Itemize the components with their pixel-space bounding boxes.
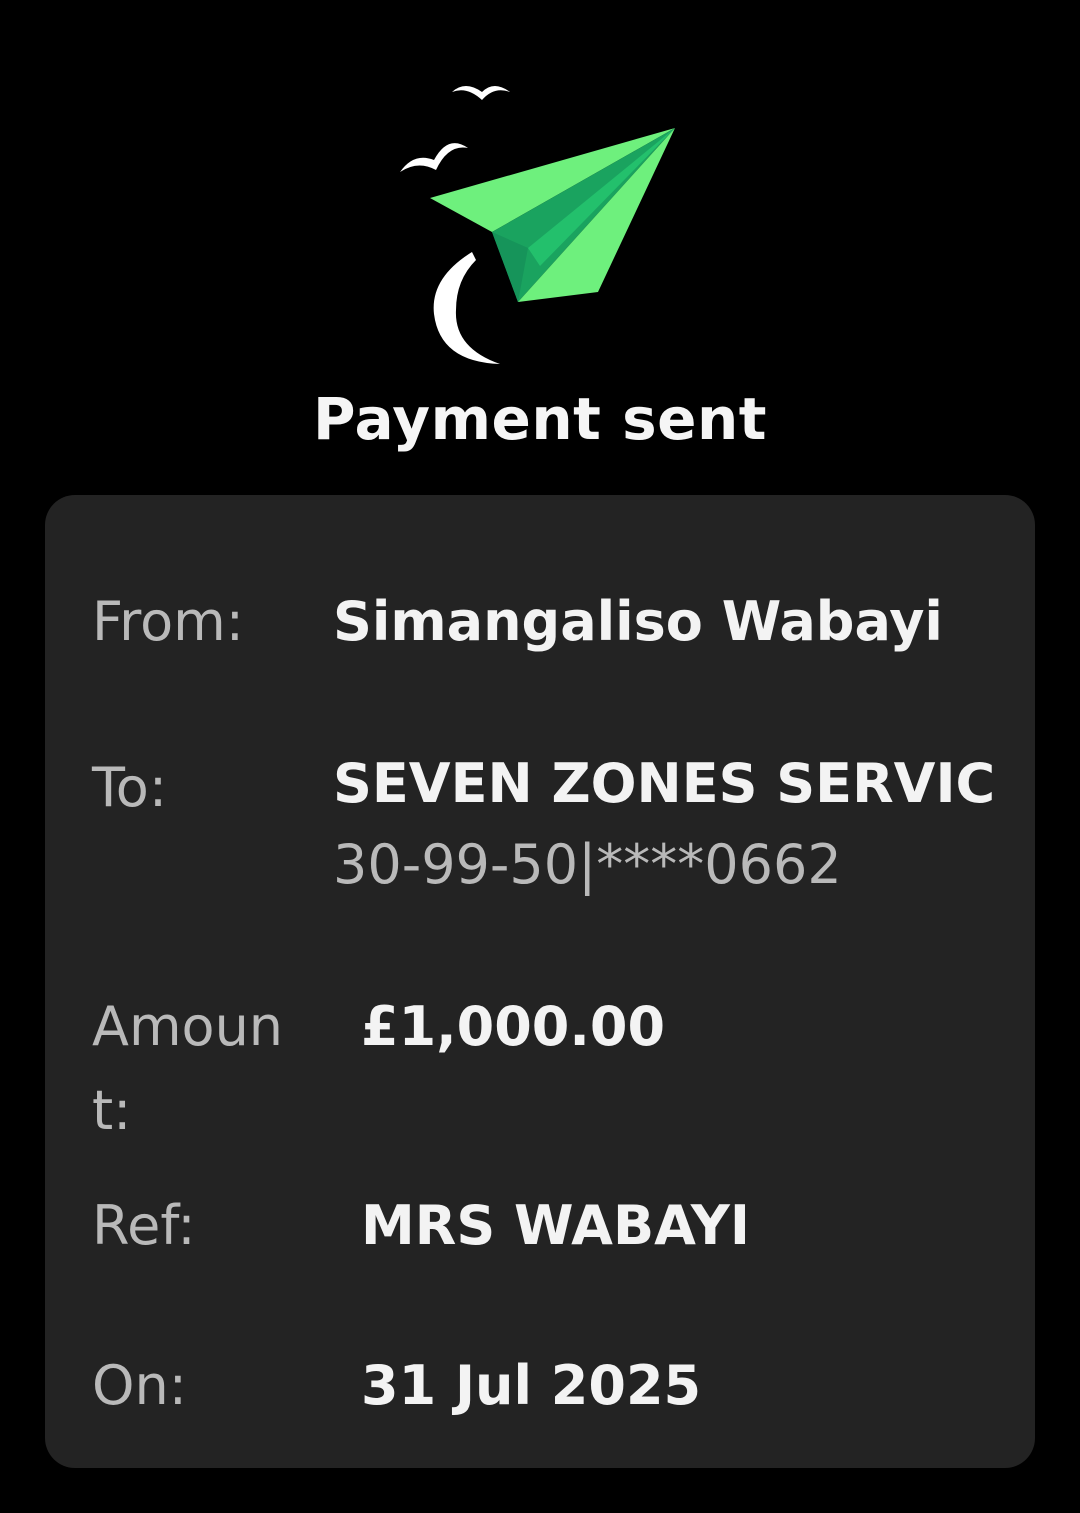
to-label: To: (92, 756, 168, 819)
from-label: From: (92, 590, 244, 653)
amount-value: £1,000.00 (361, 995, 666, 1058)
ref-value: MRS WABAYI (361, 1194, 750, 1257)
bird-icon (452, 86, 510, 100)
date-label: On: (92, 1354, 187, 1417)
amount-label: Amoun (92, 995, 284, 1058)
paper-plane-with-birds-icon (400, 86, 675, 364)
ref-label: Ref: (92, 1194, 196, 1257)
payment-details-card: From: Simangaliso Wabayi To: SEVEN ZONES… (45, 495, 1035, 1468)
account-number: 30-99-50|****0662 (333, 833, 842, 896)
to-value: SEVEN ZONES SERVIC (333, 752, 993, 815)
date-value: 31 Jul 2025 (361, 1354, 702, 1417)
from-value: Simangaliso Wabayi (333, 590, 943, 653)
trail-icon (433, 252, 500, 364)
amount-label-wrap: t: (92, 1079, 132, 1142)
page-title: Payment sent (313, 385, 767, 453)
bird-icon (400, 143, 468, 172)
